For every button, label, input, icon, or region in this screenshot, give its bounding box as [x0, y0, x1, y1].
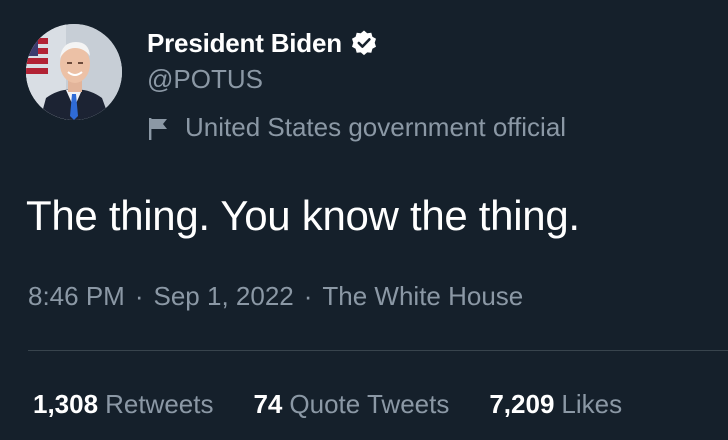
quote-tweets-count: 74	[253, 389, 283, 419]
likes-label: Likes	[561, 389, 623, 419]
engagement-stats: 1,308 Retweets 74 Quote Tweets 7,209 Lik…	[33, 389, 662, 420]
retweets-count: 1,308	[33, 389, 99, 419]
tweet-source-link[interactable]: The White House	[322, 281, 523, 312]
quote-tweets-label: Quote Tweets	[289, 389, 450, 419]
tweet-meta: 8:46 PM · Sep 1, 2022 · The White House	[28, 281, 523, 312]
author-avatar[interactable]	[26, 24, 122, 120]
retweets-stat[interactable]: 1,308 Retweets	[33, 389, 213, 420]
tweet-text: The thing. You know the thing.	[26, 192, 580, 239]
flag-icon	[147, 114, 171, 142]
account-label[interactable]: United States government official	[147, 112, 566, 143]
likes-count: 7,209	[489, 389, 555, 419]
tweet-date[interactable]: Sep 1, 2022	[154, 281, 294, 312]
meta-separator: ·	[134, 281, 144, 311]
author-handle[interactable]: @POTUS	[147, 64, 263, 95]
verified-badge-icon	[350, 29, 378, 57]
avatar-image	[26, 24, 122, 120]
likes-stat[interactable]: 7,209 Likes	[489, 389, 622, 420]
author-name-row: President Biden	[147, 27, 378, 59]
quote-tweets-stat[interactable]: 74 Quote Tweets	[253, 389, 449, 420]
account-label-text: United States government official	[185, 112, 567, 142]
retweets-label: Retweets	[105, 389, 214, 419]
divider	[28, 350, 728, 351]
tweet-time[interactable]: 8:46 PM	[28, 281, 125, 312]
author-display-name[interactable]: President Biden	[147, 28, 342, 59]
meta-separator: ·	[303, 281, 313, 311]
